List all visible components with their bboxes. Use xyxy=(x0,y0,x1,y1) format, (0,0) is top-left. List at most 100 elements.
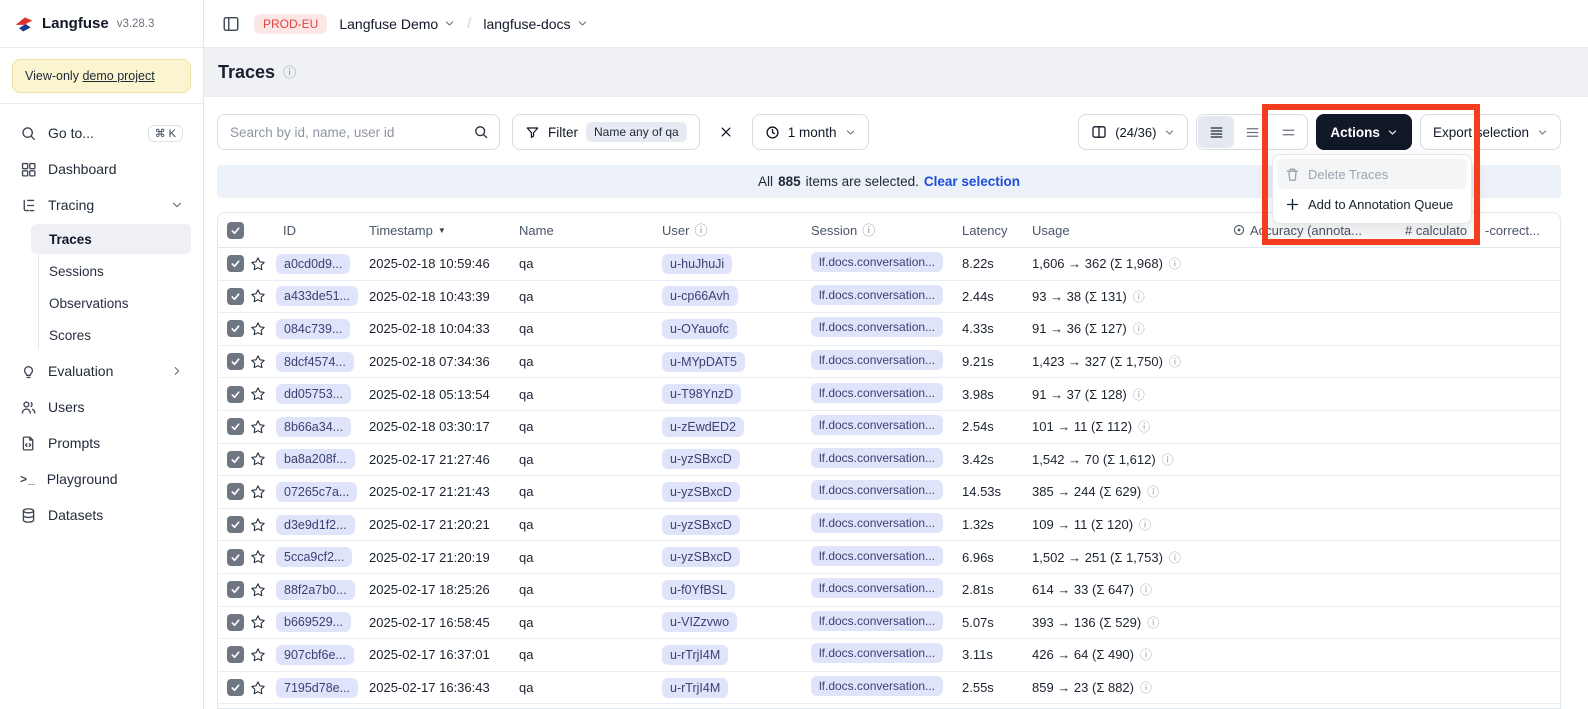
row-checkbox[interactable] xyxy=(227,516,244,533)
trace-session-badge[interactable]: lf.docs.conversation... xyxy=(811,611,943,631)
trace-id-badge[interactable]: b669529... xyxy=(276,612,351,632)
trace-id-badge[interactable]: 5cca9cf2... xyxy=(276,547,352,567)
row-height-small-button[interactable] xyxy=(1198,116,1234,148)
star-icon[interactable] xyxy=(250,517,266,533)
menu-item-delete-traces[interactable]: Delete Traces xyxy=(1277,159,1467,189)
trace-id-badge[interactable]: a0cd0d9... xyxy=(276,254,350,274)
sidebar-item-users[interactable]: Users xyxy=(12,390,191,424)
trace-user-badge[interactable]: u-f0YfBSL xyxy=(662,580,735,600)
row-checkbox[interactable] xyxy=(227,451,244,468)
star-icon[interactable] xyxy=(250,419,266,435)
trace-user-badge[interactable]: u-OYauofc xyxy=(662,319,737,339)
sidebar-item-sessions[interactable]: Sessions xyxy=(31,256,191,286)
project-selector[interactable]: langfuse-docs xyxy=(483,16,587,32)
trace-user-badge[interactable]: u-cp66Avh xyxy=(662,286,738,306)
star-icon[interactable] xyxy=(250,549,266,565)
trace-session-badge[interactable]: lf.docs.conversation... xyxy=(811,350,943,370)
sidebar-item-observations[interactable]: Observations xyxy=(31,288,191,318)
sidebar-item-traces[interactable]: Traces xyxy=(31,224,191,254)
trace-id-badge[interactable]: dd05753... xyxy=(276,384,351,404)
trace-session-badge[interactable]: lf.docs.conversation... xyxy=(811,383,943,403)
trace-user-badge[interactable]: u-T98YnzD xyxy=(662,384,741,404)
trace-user-badge[interactable]: u-MYpDAT5 xyxy=(662,352,745,372)
menu-item-add-to-annotation-queue[interactable]: Add to Annotation Queue xyxy=(1277,189,1467,219)
clear-filter-button[interactable] xyxy=(712,114,740,150)
trace-user-badge[interactable]: u-yzSBxcD xyxy=(662,547,740,567)
trace-id-badge[interactable]: a433de51... xyxy=(276,286,358,306)
row-checkbox[interactable] xyxy=(227,646,244,663)
trace-session-badge[interactable]: lf.docs.conversation... xyxy=(811,285,943,305)
star-icon[interactable] xyxy=(250,256,266,272)
star-icon[interactable] xyxy=(250,582,266,598)
trace-user-badge[interactable]: u-zEwdED2 xyxy=(662,417,744,437)
sidebar-toggle-button[interactable] xyxy=(220,6,242,42)
select-all-checkbox[interactable] xyxy=(227,222,244,239)
trace-user-badge[interactable]: u-yzSBxcD xyxy=(662,482,740,502)
star-icon[interactable] xyxy=(250,680,266,696)
sidebar-item-evaluation[interactable]: Evaluation xyxy=(12,354,191,388)
trace-session-badge[interactable]: lf.docs.conversation... xyxy=(811,513,943,533)
sidebar-item-playground[interactable]: >_ Playground xyxy=(12,462,191,496)
star-icon[interactable] xyxy=(250,451,266,467)
row-checkbox[interactable] xyxy=(227,288,244,305)
clear-selection-link[interactable]: Clear selection xyxy=(924,174,1020,189)
export-selection-button[interactable]: Export selection xyxy=(1420,114,1561,150)
trace-id-badge[interactable]: 084c739... xyxy=(276,319,350,339)
trace-id-badge[interactable]: 907cbf6e... xyxy=(276,645,354,665)
row-checkbox[interactable] xyxy=(227,581,244,598)
row-checkbox[interactable] xyxy=(227,255,244,272)
trace-id-badge[interactable]: 8dcf4574... xyxy=(276,352,354,372)
trace-id-badge[interactable]: 88f2a7b0... xyxy=(276,580,355,600)
star-icon[interactable] xyxy=(250,288,266,304)
star-icon[interactable] xyxy=(250,386,266,402)
trace-id-badge[interactable]: ba8a208f... xyxy=(276,449,355,469)
trace-user-badge[interactable]: u-yzSBxcD xyxy=(662,449,740,469)
trace-session-badge[interactable]: lf.docs.conversation... xyxy=(811,546,943,566)
sidebar-item-prompts[interactable]: Prompts xyxy=(12,426,191,460)
demo-project-link[interactable]: demo project xyxy=(82,69,154,83)
trace-id-badge[interactable]: 07265c7a... xyxy=(276,482,357,502)
sidebar-item-goto[interactable]: Go to... ⌘ K xyxy=(12,116,191,150)
row-height-large-button[interactable] xyxy=(1270,116,1306,148)
trace-id-badge[interactable]: d3e9d1f2... xyxy=(276,515,355,535)
search-submit-button[interactable] xyxy=(463,115,499,149)
org-selector[interactable]: Langfuse Demo xyxy=(339,16,455,32)
search-input[interactable] xyxy=(218,125,463,140)
sidebar-item-datasets[interactable]: Datasets xyxy=(12,498,191,532)
trace-user-badge[interactable]: u-yzSBxcD xyxy=(662,515,740,535)
sidebar-item-scores[interactable]: Scores xyxy=(31,320,191,350)
row-checkbox[interactable] xyxy=(227,386,244,403)
trace-user-badge[interactable]: u-VIZzvwo xyxy=(662,612,737,632)
trace-session-badge[interactable]: lf.docs.conversation... xyxy=(811,676,943,696)
trace-user-badge[interactable]: u-rTrjI4M xyxy=(662,645,728,665)
trace-session-badge[interactable]: lf.docs.conversation... xyxy=(811,415,943,435)
row-checkbox[interactable] xyxy=(227,418,244,435)
star-icon[interactable] xyxy=(250,354,266,370)
star-icon[interactable] xyxy=(250,321,266,337)
row-height-medium-button[interactable] xyxy=(1234,116,1270,148)
trace-user-badge[interactable]: u-rTrjI4M xyxy=(662,678,728,698)
row-checkbox[interactable] xyxy=(227,549,244,566)
actions-button[interactable]: Actions xyxy=(1316,114,1412,150)
row-checkbox[interactable] xyxy=(227,679,244,696)
star-icon[interactable] xyxy=(250,484,266,500)
trace-session-badge[interactable]: lf.docs.conversation... xyxy=(811,448,943,468)
trace-session-badge[interactable]: lf.docs.conversation... xyxy=(811,643,943,663)
trace-session-badge[interactable]: lf.docs.conversation... xyxy=(811,317,943,337)
trace-id-badge[interactable]: 7195d78e... xyxy=(276,678,358,698)
trace-session-badge[interactable]: lf.docs.conversation... xyxy=(811,578,943,598)
trace-session-badge[interactable]: lf.docs.conversation... xyxy=(811,252,943,272)
star-icon[interactable] xyxy=(250,614,266,630)
trace-id-badge[interactable]: 8b66a34... xyxy=(276,417,351,437)
sidebar-item-dashboard[interactable]: Dashboard xyxy=(12,152,191,186)
view-only-banner[interactable]: View-only demo project xyxy=(12,59,191,93)
trace-session-badge[interactable]: lf.docs.conversation... xyxy=(811,480,943,500)
row-checkbox[interactable] xyxy=(227,320,244,337)
star-icon[interactable] xyxy=(250,647,266,663)
header-timestamp[interactable]: Timestamp▼ xyxy=(369,223,514,238)
row-checkbox[interactable] xyxy=(227,353,244,370)
row-checkbox[interactable] xyxy=(227,614,244,631)
column-visibility-button[interactable]: (24/36) xyxy=(1078,114,1188,150)
filter-button[interactable]: Filter Name any of qa xyxy=(512,114,700,150)
time-range-selector[interactable]: 1 month xyxy=(752,114,869,150)
